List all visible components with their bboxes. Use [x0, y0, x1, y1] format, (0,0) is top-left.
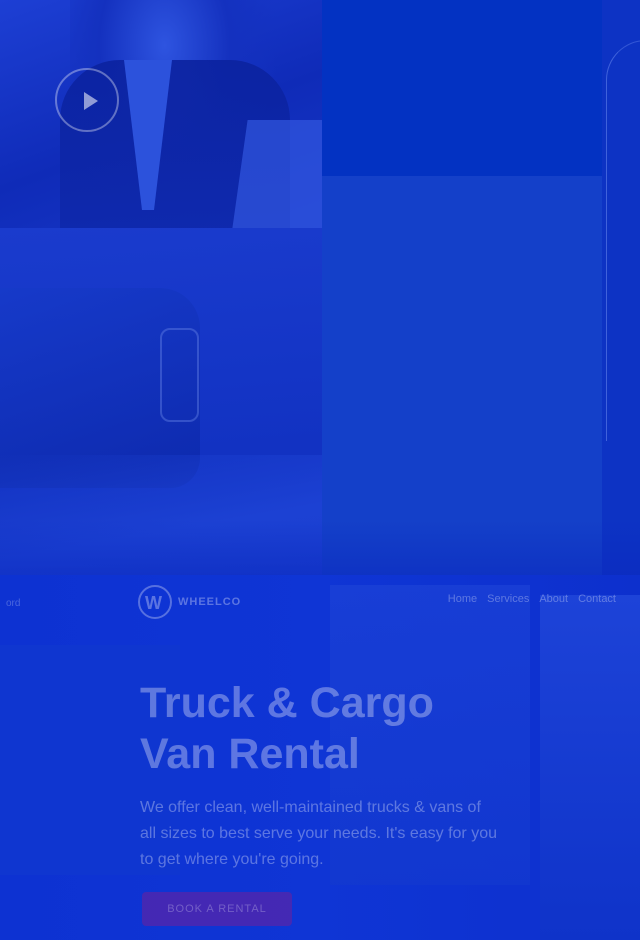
nav-menu: Home Services About Contact [448, 593, 616, 605]
brand-name: WHEELCO [178, 596, 242, 608]
top-image-collage [0, 0, 640, 575]
hero-title-line1: Truck & Cargo [140, 679, 434, 727]
brand-logo[interactable]: WHEELCO [138, 584, 241, 620]
photo-truck-grill [160, 328, 199, 422]
side-label: ord [6, 598, 21, 609]
solid-blue-tile [322, 0, 602, 176]
hero-title-line2: Van Rental [140, 730, 360, 778]
nav-item-about[interactable]: About [539, 593, 568, 605]
hero-title: Truck & Cargo Van Rental [140, 678, 540, 780]
hero-bg-person-right [540, 595, 640, 940]
top-navigation: WHEELCO Home Services About Contact [138, 584, 638, 620]
blue-panel-tile [322, 176, 602, 575]
collage-fade [0, 520, 640, 575]
nav-item-home[interactable]: Home [448, 593, 477, 605]
businessman-photo-tile [0, 0, 338, 228]
nav-item-services[interactable]: Services [487, 593, 529, 605]
nav-item-contact[interactable]: Contact [578, 593, 616, 605]
wheelco-logo-icon [138, 585, 172, 619]
sketch-illustration-tile [602, 0, 640, 575]
play-icon[interactable] [55, 68, 119, 132]
book-rental-button[interactable]: BOOK A RENTAL [142, 892, 292, 926]
hero-description: We offer clean, well-maintained trucks &… [140, 799, 497, 868]
sketch-lines [606, 40, 640, 441]
